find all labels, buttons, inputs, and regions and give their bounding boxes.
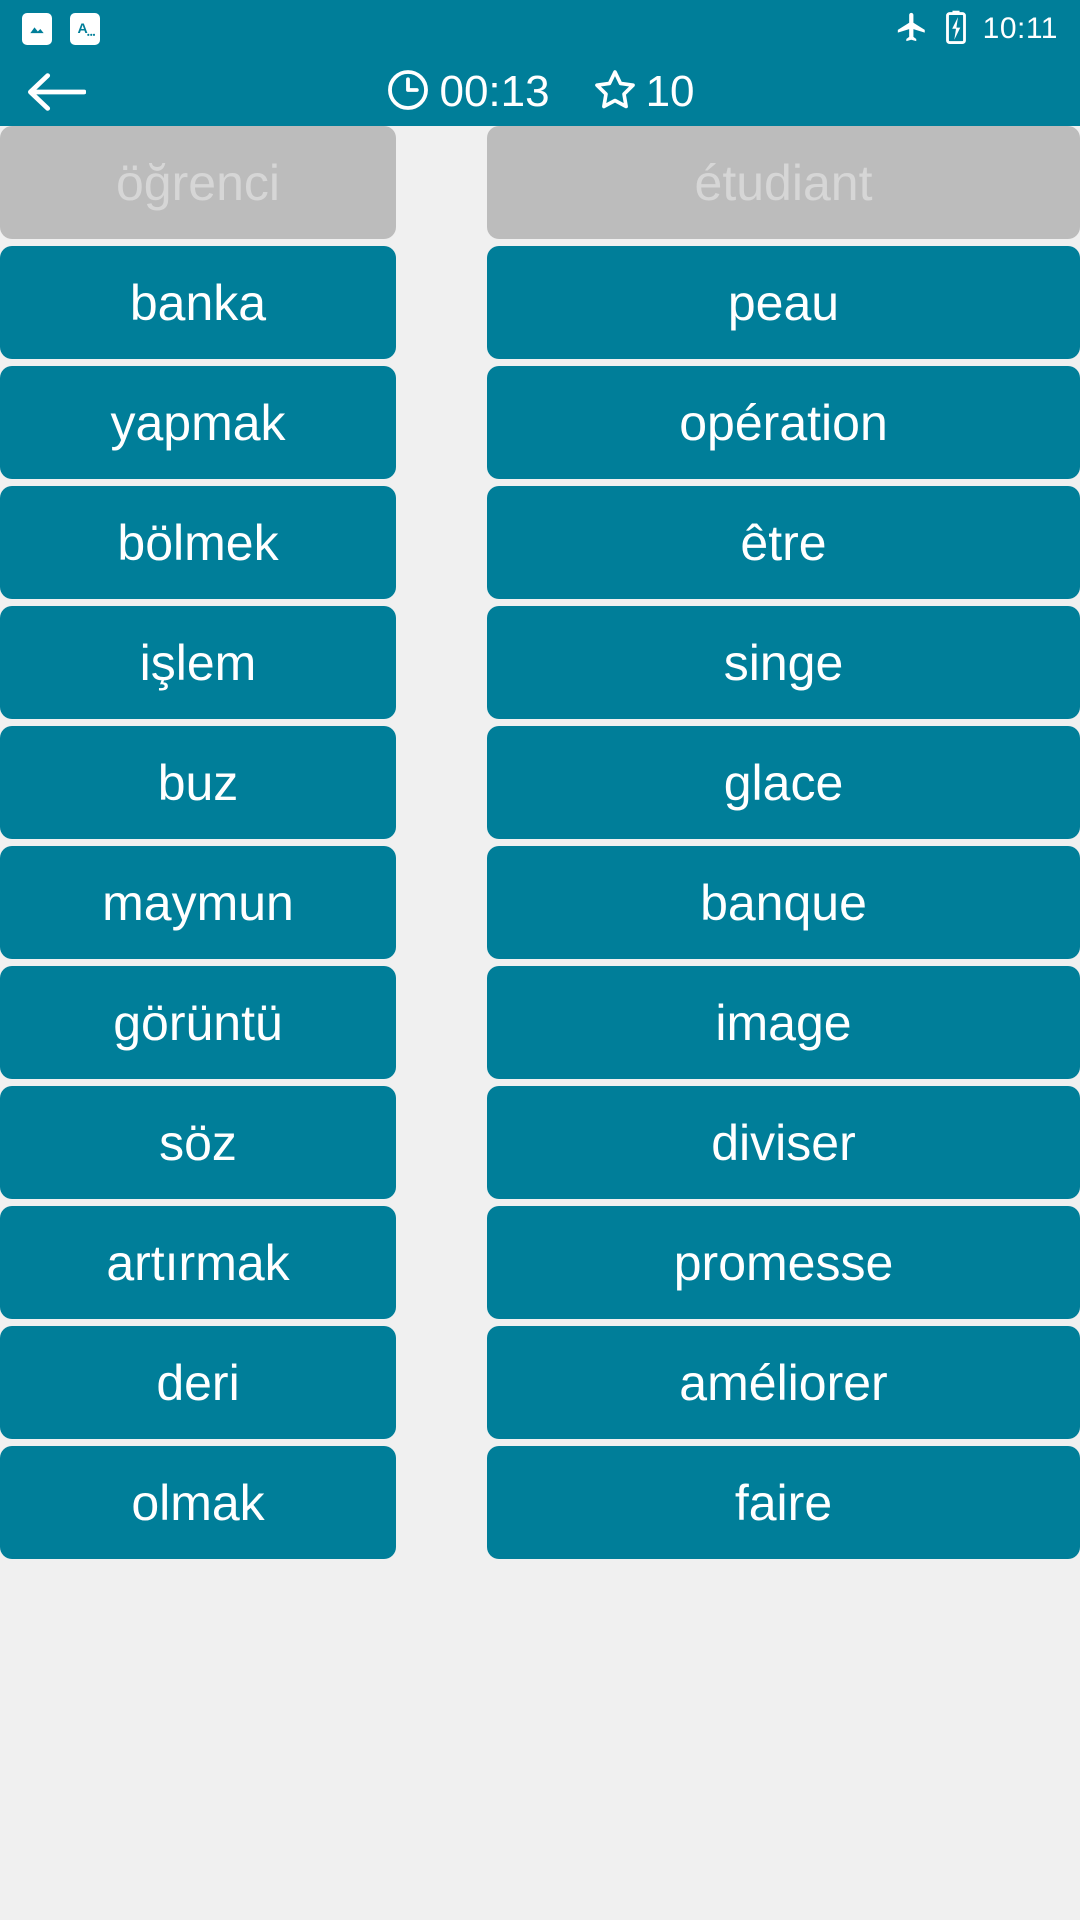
word-label: buz bbox=[157, 754, 239, 811]
target-word-card[interactable]: améliorer bbox=[487, 1326, 1080, 1439]
target-word-card[interactable]: image bbox=[487, 966, 1080, 1079]
source-word-card[interactable]: bölmek bbox=[0, 486, 396, 599]
source-word-card[interactable]: söz bbox=[0, 1086, 396, 1199]
source-word-card[interactable]: işlem bbox=[0, 606, 396, 719]
word-label: işlem bbox=[139, 634, 257, 691]
app-bar-stats: 00:13 10 bbox=[0, 58, 1080, 126]
status-bar-clock: 10:11 bbox=[982, 12, 1058, 45]
battery-charging-icon bbox=[945, 10, 967, 49]
source-word-card[interactable]: deri bbox=[0, 1326, 396, 1439]
word-label: diviser bbox=[711, 1114, 856, 1171]
app-root: A 10:11 00:13 10 öğrenci banka yapmak bö… bbox=[0, 0, 1080, 1920]
word-label: bölmek bbox=[117, 514, 279, 571]
target-word-card[interactable]: singe bbox=[487, 606, 1080, 719]
word-label: görüntü bbox=[113, 994, 283, 1051]
word-label: améliorer bbox=[679, 1354, 888, 1411]
score-value: 10 bbox=[645, 67, 695, 116]
source-word-card[interactable]: yapmak bbox=[0, 366, 396, 479]
target-word-card[interactable]: glace bbox=[487, 726, 1080, 839]
target-word-card[interactable]: opération bbox=[487, 366, 1080, 479]
app-bar: 00:13 10 bbox=[0, 58, 1080, 126]
target-word-card[interactable]: faire bbox=[487, 1446, 1080, 1559]
timer-value: 00:13 bbox=[439, 67, 550, 116]
back-button[interactable] bbox=[0, 58, 110, 126]
target-word-card: étudiant bbox=[487, 126, 1080, 239]
target-word-card[interactable]: promesse bbox=[487, 1206, 1080, 1319]
target-word-card[interactable]: être bbox=[487, 486, 1080, 599]
score-display: 10 bbox=[592, 67, 695, 118]
word-label: söz bbox=[159, 1114, 237, 1171]
target-word-card[interactable]: peau bbox=[487, 246, 1080, 359]
matching-board: öğrenci banka yapmak bölmek işlem buz maymun gö… bbox=[0, 126, 1080, 1920]
airplane-mode-icon bbox=[895, 10, 929, 49]
target-word-column: étudiant peau opération être singe glace banqu… bbox=[487, 126, 1080, 1566]
source-word-card[interactable]: buz bbox=[0, 726, 396, 839]
target-word-card[interactable]: banque bbox=[487, 846, 1080, 959]
source-word-card[interactable]: banka bbox=[0, 246, 396, 359]
source-word-column: öğrenci banka yapmak bölmek işlem buz maymun gö… bbox=[0, 126, 396, 1566]
word-label: öğrenci bbox=[116, 154, 280, 211]
status-bar: A 10:11 bbox=[0, 0, 1080, 58]
source-word-card: öğrenci bbox=[0, 126, 396, 239]
word-label: singe bbox=[723, 634, 844, 691]
word-label: opération bbox=[679, 394, 888, 451]
word-label: banque bbox=[700, 874, 867, 931]
clock-icon bbox=[385, 67, 431, 118]
source-word-card[interactable]: artırmak bbox=[0, 1206, 396, 1319]
word-label: être bbox=[740, 514, 827, 571]
source-word-card[interactable]: maymun bbox=[0, 846, 396, 959]
source-word-card[interactable]: olmak bbox=[0, 1446, 396, 1559]
star-icon bbox=[592, 67, 638, 118]
source-word-card[interactable]: görüntü bbox=[0, 966, 396, 1079]
svg-text:A: A bbox=[78, 21, 88, 37]
word-label: peau bbox=[727, 274, 840, 331]
word-label: deri bbox=[156, 1354, 240, 1411]
word-label: yapmak bbox=[110, 394, 286, 451]
timer-display: 00:13 bbox=[385, 67, 550, 118]
word-label: étudiant bbox=[694, 154, 873, 211]
status-bar-notifications: A bbox=[22, 13, 100, 45]
translate-notification-icon: A bbox=[70, 13, 100, 45]
target-word-card[interactable]: diviser bbox=[487, 1086, 1080, 1199]
word-label: maymun bbox=[102, 874, 294, 931]
status-bar-system: 10:11 bbox=[895, 10, 1058, 49]
word-label: olmak bbox=[131, 1474, 265, 1531]
word-label: glace bbox=[723, 754, 844, 811]
word-label: faire bbox=[734, 1474, 833, 1531]
word-label: promesse bbox=[673, 1234, 894, 1291]
word-label: banka bbox=[129, 274, 267, 331]
word-label: image bbox=[715, 994, 852, 1051]
image-notification-icon bbox=[22, 13, 52, 45]
word-label: artırmak bbox=[106, 1234, 290, 1291]
